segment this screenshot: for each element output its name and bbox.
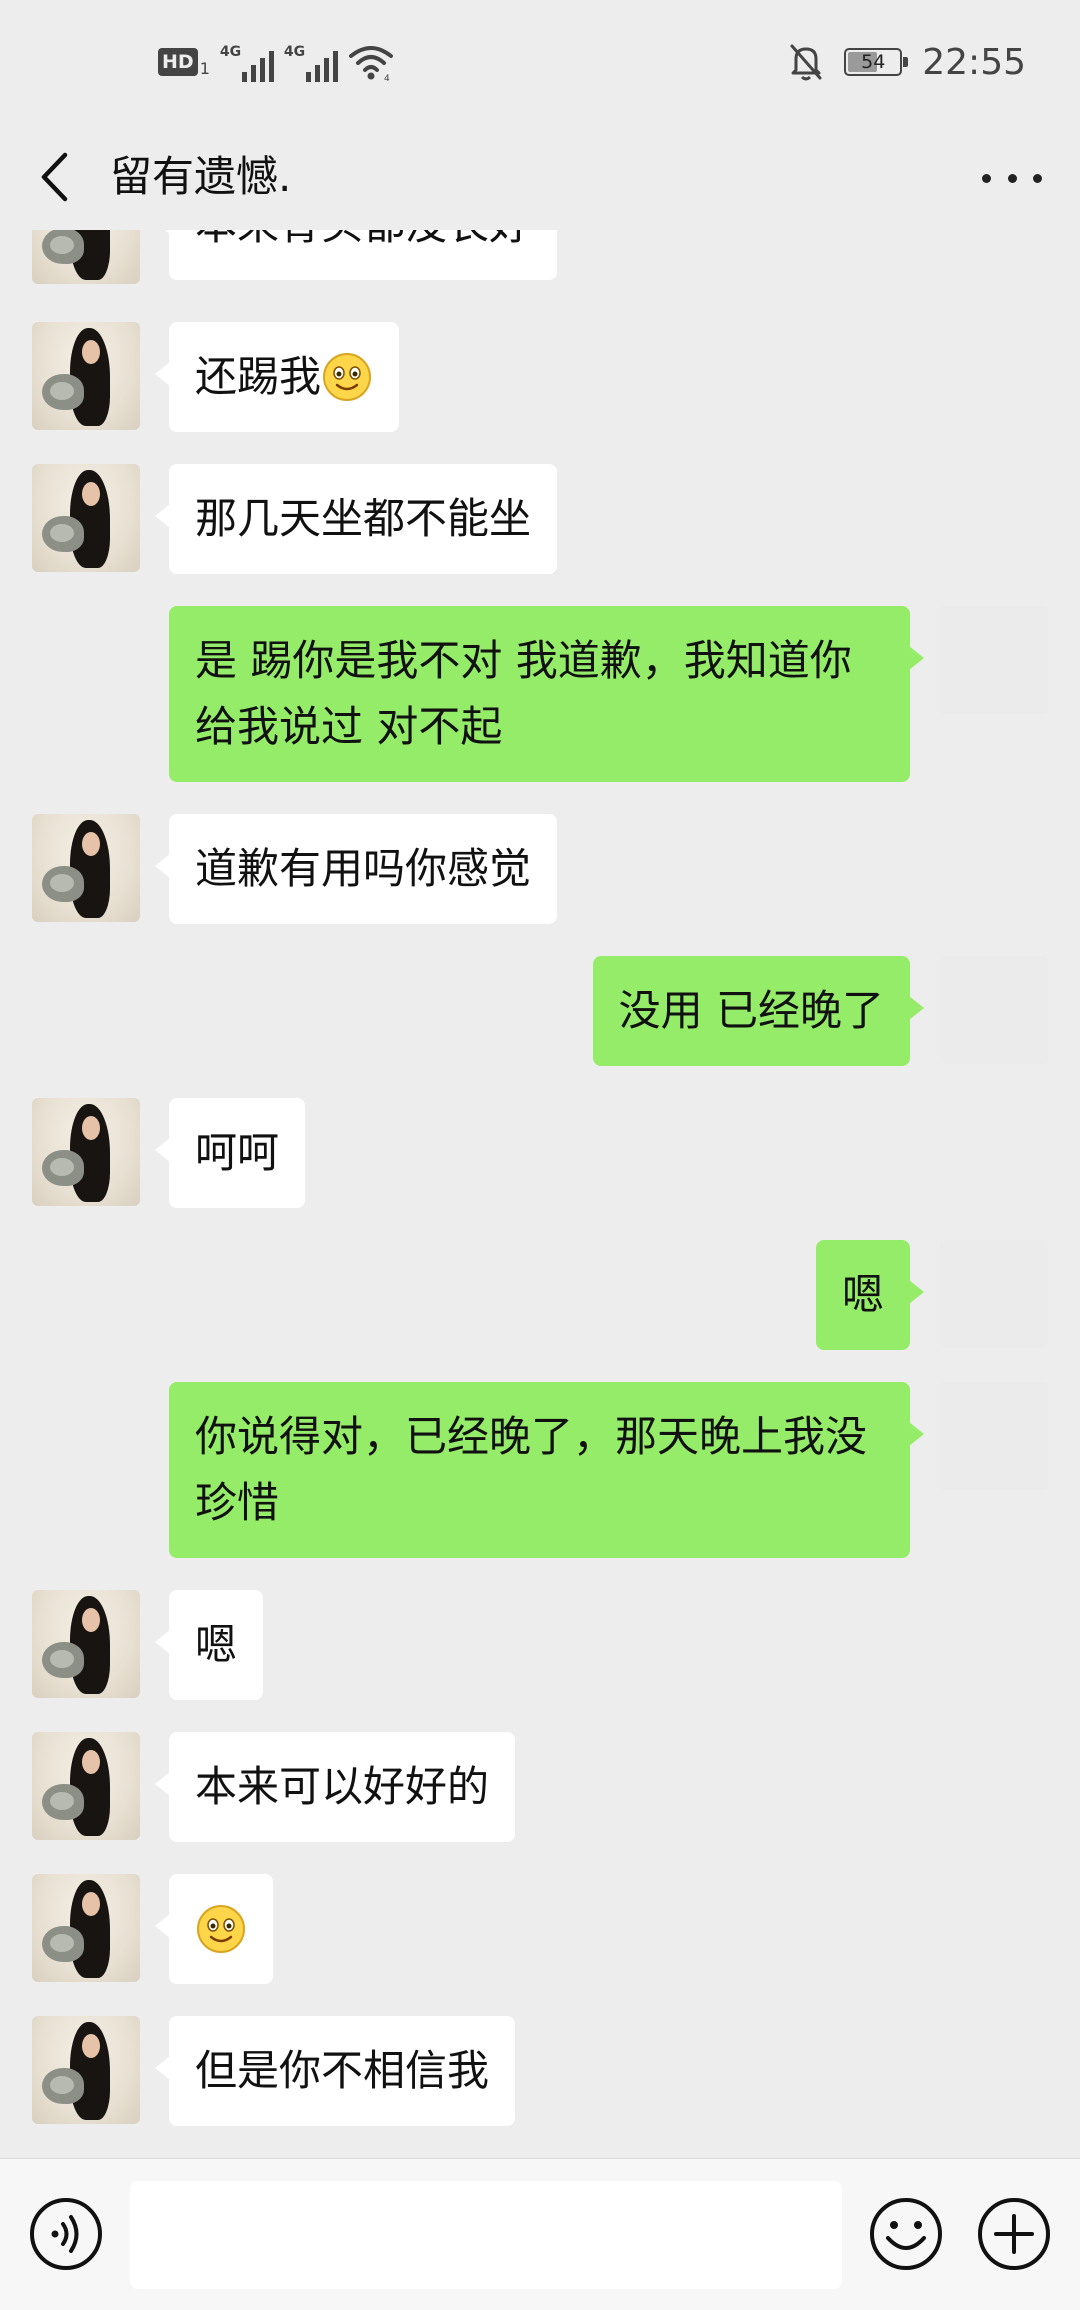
message-text: 本来骨头都没长好 xyxy=(195,230,531,249)
contact-avatar[interactable] xyxy=(32,322,140,430)
mute-bell-icon xyxy=(790,44,822,81)
contact-avatar[interactable] xyxy=(32,2016,140,2124)
contact-avatar[interactable] xyxy=(32,814,140,922)
more-options-button[interactable] xyxy=(982,161,1042,195)
message-text: 那几天坐都不能坐 xyxy=(195,494,532,543)
message-text: 本来可以好好的 xyxy=(195,1762,490,1811)
chat-screen: HD 1 4G 4G 4 54 22:55 留有遗憾. 还踢我 那几天坐都不能坐… xyxy=(0,0,1080,2310)
incoming-bubble[interactable]: 道歉有用吗你感觉 xyxy=(154,814,558,924)
message-text: 嗯 xyxy=(195,1620,238,1669)
chevron-left-icon xyxy=(41,152,68,202)
status-right-group: 54 22:55 xyxy=(788,36,1026,88)
message-text: 道歉有用吗你感觉 xyxy=(195,844,532,893)
svg-text:4: 4 xyxy=(384,74,390,82)
incoming-bubble[interactable]: 本来骨头都没长好 xyxy=(154,230,558,280)
more-dots-icon xyxy=(982,173,991,183)
hd-label: HD xyxy=(158,48,198,76)
message-text: 还踢我 xyxy=(195,352,322,401)
status-time: 22:55 xyxy=(922,41,1026,83)
signal-icon-2: 4G xyxy=(284,42,338,82)
hd-indicator: HD 1 xyxy=(158,45,210,79)
outgoing-bubble[interactable]: 没用 已经晚了 xyxy=(592,956,925,1066)
incoming-bubble[interactable] xyxy=(155,1874,273,1984)
contact-avatar[interactable] xyxy=(32,1098,140,1206)
contact-avatar[interactable] xyxy=(32,1590,140,1698)
incoming-bubble[interactable]: 但是你不相信我 xyxy=(154,2016,516,2126)
message-text: 但是你不相信我 xyxy=(195,2046,490,2095)
signal-1-label: 4G xyxy=(219,44,242,60)
hd-sub-label: 1 xyxy=(199,58,210,78)
incoming-bubble[interactable]: 还踢我 xyxy=(154,322,400,432)
message-text: 没用 已经晚了 xyxy=(618,986,884,1035)
incoming-bubble[interactable]: 那几天坐都不能坐 xyxy=(154,464,558,574)
plus-icon[interactable] xyxy=(976,2196,1052,2272)
contact-avatar[interactable] xyxy=(32,230,140,284)
self-avatar[interactable] xyxy=(940,1240,1048,1348)
chat-header: 留有遗憾. xyxy=(0,125,1080,230)
self-avatar[interactable] xyxy=(940,1382,1048,1490)
voice-icon[interactable] xyxy=(28,2196,104,2272)
outgoing-bubble[interactable]: 你说得对，已经晚了，那天晚上我没珍惜 xyxy=(169,1382,924,1558)
emoji-button-icon[interactable] xyxy=(868,2196,944,2272)
contact-avatar[interactable] xyxy=(32,464,140,572)
status-bar: HD 1 4G 4G 4 54 22:55 xyxy=(0,0,1080,125)
outgoing-bubble[interactable]: 是 踢你是我不对 我道歉，我知道你给我说过 对不起 xyxy=(169,606,924,782)
message-text: 是 踢你是我不对 我道歉，我知道你给我说过 对不起 xyxy=(195,636,852,751)
signal-icon-1: 4G xyxy=(220,42,274,82)
contact-avatar[interactable] xyxy=(32,1874,140,1982)
self-avatar[interactable] xyxy=(940,956,1048,1064)
contact-avatar[interactable] xyxy=(32,1732,140,1840)
incoming-bubble[interactable]: 本来可以好好的 xyxy=(154,1732,516,1842)
smile-emoji-icon xyxy=(197,1905,245,1953)
battery-level: 54 xyxy=(861,51,886,73)
self-avatar[interactable] xyxy=(940,606,1048,714)
message-text: 你说得对，已经晚了，那天晚上我没珍惜 xyxy=(195,1412,868,1527)
wifi-icon: 4 xyxy=(348,46,393,82)
message-text: 嗯 xyxy=(841,1270,884,1319)
status-left-group: HD 1 4G 4G 4 xyxy=(158,38,394,86)
chat-title: 留有遗憾. xyxy=(110,152,292,201)
message-list[interactable]: 本来骨头都没长好 还踢我 那几天坐都不能坐 是 踢你是我不对 我道歉，我知道你给… xyxy=(0,230,1080,2158)
message-input[interactable] xyxy=(130,2181,842,2289)
message-text: 呵呵 xyxy=(195,1128,280,1177)
incoming-bubble[interactable]: 呵呵 xyxy=(154,1098,306,1208)
signal-2-label: 4G xyxy=(283,44,306,60)
incoming-bubble[interactable]: 嗯 xyxy=(154,1590,264,1700)
outgoing-bubble[interactable]: 嗯 xyxy=(815,1240,925,1350)
battery-indicator: 54 xyxy=(844,48,909,76)
input-bar xyxy=(0,2158,1080,2310)
back-button[interactable] xyxy=(30,149,78,205)
smile-emoji-icon xyxy=(323,353,372,401)
